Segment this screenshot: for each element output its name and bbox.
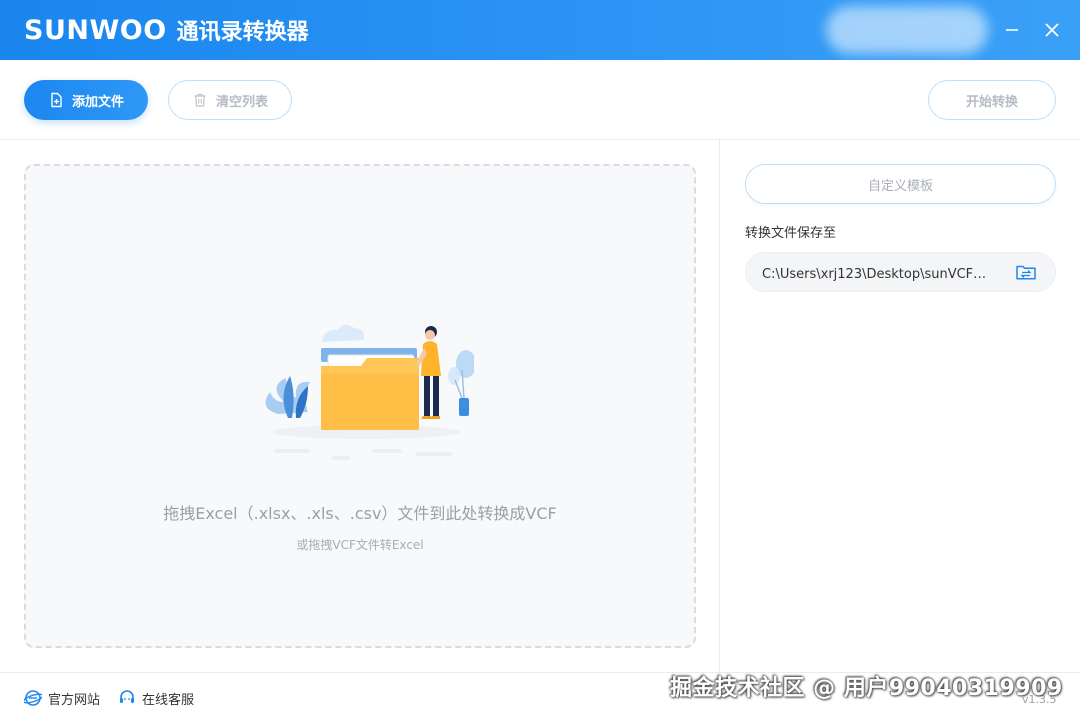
online-service-link[interactable]: 在线客服 [118, 688, 194, 708]
online-service-label: 在线客服 [142, 692, 195, 708]
drop-instruction: 拖拽Excel（.xlsx、.xls、.csv）文件到此处转换成VCF [163, 504, 557, 523]
clear-list-button[interactable]: 清空列表 [168, 80, 292, 120]
browser-icon [24, 689, 42, 707]
save-path-field[interactable]: C:\Users\xrj123\Desktop\sunVCF通... [745, 252, 1056, 292]
toolbar: 添加文件 清空列表 开始转换 [0, 60, 1080, 140]
start-convert-label: 开始转换 [965, 94, 1018, 110]
save-location-label: 转换文件保存至 [745, 226, 837, 241]
save-path-text: C:\Users\xrj123\Desktop\sunVCF通... [762, 266, 998, 282]
app-logo: SUNWOO [24, 14, 167, 46]
start-convert-button[interactable]: 开始转换 [928, 80, 1056, 120]
file-drop-zone[interactable]: 拖拽Excel（.xlsx、.xls、.csv）文件到此处转换成VCF 或拖拽V… [24, 164, 696, 648]
title-bar: SUNWOO 通讯录转换器 [0, 0, 1080, 60]
app-title: 通讯录转换器 [176, 20, 309, 45]
add-file-label: 添加文件 [71, 94, 124, 110]
official-site-label: 官方网站 [48, 692, 101, 708]
folder-switch-icon [1016, 265, 1036, 280]
settings-panel: 自定义模板 转换文件保存至 C:\Users\xrj123\Desktop\su… [721, 140, 1080, 672]
drop-sub-instruction: 或拖拽VCF文件转Excel [296, 538, 424, 552]
trash-icon [192, 92, 208, 108]
minimize-button[interactable] [998, 16, 1026, 44]
add-file-button[interactable]: 添加文件 [24, 80, 148, 120]
folder-illustration-icon [265, 324, 474, 460]
watermark-text: 掘金技术社区 @ 用户99040319909 [670, 676, 1063, 701]
custom-template-button[interactable]: 自定义模板 [745, 164, 1056, 204]
minimize-icon [1006, 29, 1018, 31]
add-file-icon [48, 92, 64, 108]
browse-folder-button[interactable] [1015, 262, 1037, 282]
blurred-region [826, 6, 988, 54]
headset-icon [118, 689, 136, 707]
close-button[interactable] [1038, 16, 1066, 44]
close-icon [1045, 23, 1059, 37]
app-brand: SUNWOO 通讯录转换器 [24, 12, 309, 48]
clear-list-label: 清空列表 [215, 94, 268, 110]
file-panel: 拖拽Excel（.xlsx、.xls、.csv）文件到此处转换成VCF 或拖拽V… [0, 140, 720, 672]
official-site-link[interactable]: 官方网站 [24, 688, 100, 708]
